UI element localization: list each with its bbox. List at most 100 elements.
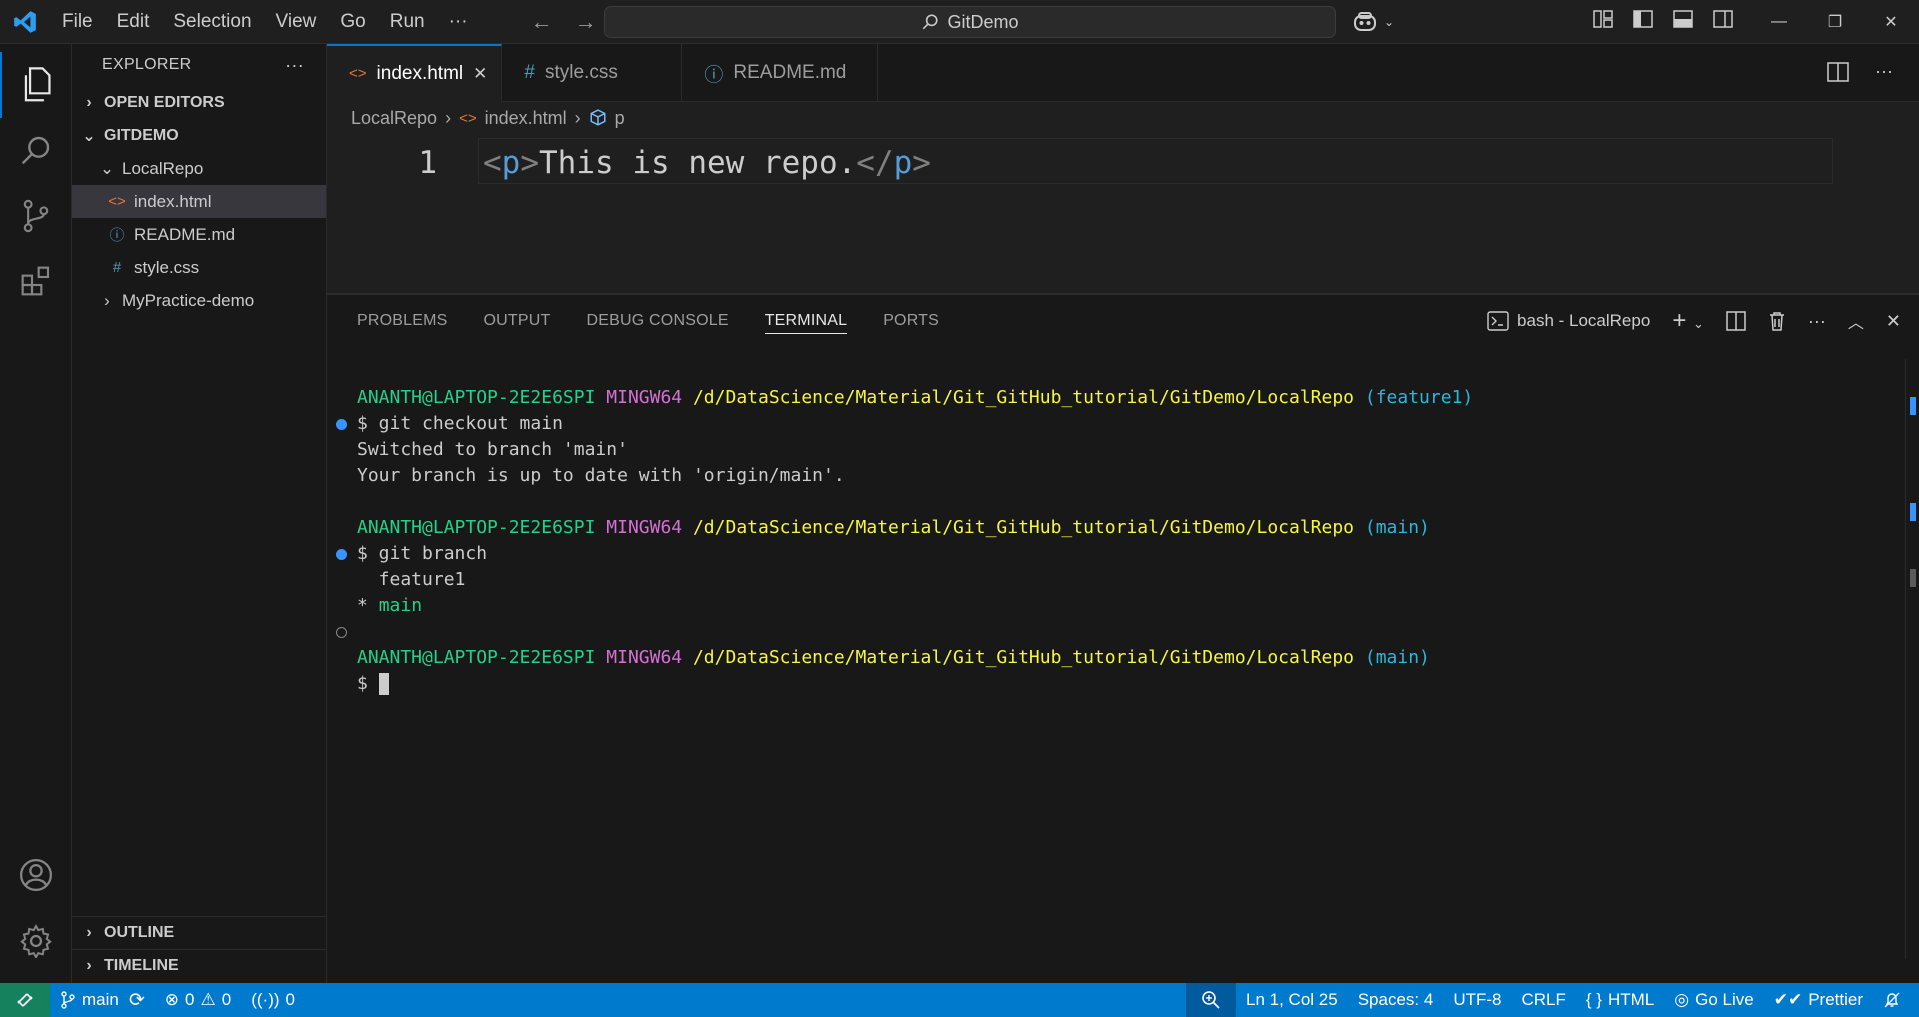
menu-view[interactable]: View <box>264 0 329 44</box>
toggle-secondary-sidebar-icon[interactable] <box>1712 8 1734 30</box>
tab-index-html[interactable]: <> index.html ✕ <box>327 44 503 102</box>
outline-section[interactable]: › OUTLINE <box>72 916 327 949</box>
back-arrow-icon[interactable]: ← <box>530 9 554 35</box>
explorer-more-button[interactable]: ··· <box>285 55 304 76</box>
customize-layout-icon[interactable] <box>1592 8 1614 30</box>
menu-edit[interactable]: Edit <box>105 0 162 44</box>
command-pending-dot[interactable] <box>336 627 347 638</box>
menu-run[interactable]: Run <box>378 0 437 44</box>
file-readme-md[interactable]: ⓘ README.md <box>72 218 326 251</box>
tab-problems[interactable]: PROBLEMS <box>357 295 448 347</box>
terminal-output[interactable]: ANANTH@LAPTOP-2E2E6SPI MINGW64 /d/DataSc… <box>327 385 1897 697</box>
command-success-dot[interactable] <box>336 549 347 560</box>
tab-readme-md[interactable]: ⓘ README.md <box>682 44 879 102</box>
html-file-icon: <> <box>349 65 367 82</box>
tab-output[interactable]: OUTPUT <box>484 295 551 347</box>
terminal-line: * main <box>357 595 423 616</box>
chevron-down-icon: ⌄ <box>1384 15 1395 29</box>
toggle-primary-sidebar-icon[interactable] <box>1632 8 1654 30</box>
indentation[interactable]: Spaces: 4 <box>1348 983 1444 1017</box>
ports-indicator[interactable]: ((·)) 0 <box>241 983 305 1017</box>
terminal-line: ANANTH@LAPTOP-2E2E6SPI MINGW64 /d/DataSc… <box>357 647 1430 668</box>
panel-tabs: PROBLEMS OUTPUT DEBUG CONSOLE TERMINAL P… <box>327 295 975 347</box>
menu-file[interactable]: File <box>50 0 105 44</box>
editor-tabs: <> index.html ✕ # style.css ⓘ README.md … <box>327 44 1919 102</box>
folder-localrepo[interactable]: ⌄ LocalRepo <box>72 152 326 185</box>
terminal-line: feature1 <box>357 569 466 590</box>
remote-icon <box>17 993 33 1007</box>
close-panel-icon[interactable]: ✕ <box>1886 311 1901 332</box>
breadcrumb-folder[interactable]: LocalRepo <box>351 108 437 129</box>
search-activity[interactable] <box>0 117 72 183</box>
toggle-panel-icon[interactable] <box>1672 8 1694 30</box>
accounts-activity[interactable] <box>0 842 72 908</box>
trash-icon[interactable] <box>1768 311 1786 331</box>
close-icon[interactable]: ✕ <box>473 64 487 84</box>
command-success-dot[interactable] <box>336 419 347 430</box>
language-mode[interactable]: { } HTML <box>1576 983 1664 1017</box>
close-window-icon[interactable]: ✕ <box>1863 0 1919 44</box>
menu-more[interactable]: ··· <box>437 0 480 44</box>
split-editor-icon[interactable] <box>1827 62 1849 82</box>
scroll-marker <box>1910 503 1916 521</box>
scroll-marker <box>1910 569 1916 587</box>
tab-terminal[interactable]: TERMINAL <box>764 308 848 334</box>
chevron-right-icon: › <box>574 107 581 128</box>
new-terminal-icon[interactable]: + ⌄ <box>1672 307 1704 335</box>
command-center-search[interactable]: GitDemo <box>604 6 1336 38</box>
breadcrumb: LocalRepo › <> index.html › p <box>327 102 1919 134</box>
explorer-activity[interactable] <box>0 52 72 118</box>
extensions-activity[interactable] <box>0 248 72 314</box>
html-file-icon: <> <box>108 193 126 210</box>
notifications-button[interactable] <box>1873 983 1919 1017</box>
maximize-panel-icon[interactable]: ︿ <box>1848 309 1864 333</box>
zoom-indicator[interactable] <box>1186 983 1237 1017</box>
source-control-activity[interactable] <box>0 183 72 249</box>
breadcrumb-symbol[interactable]: p <box>615 108 625 129</box>
terminal-scrollbar[interactable] <box>1905 359 1919 959</box>
encoding[interactable]: UTF-8 <box>1443 983 1511 1017</box>
terminal-selector[interactable]: bash - LocalRepo <box>1487 311 1650 331</box>
end-of-line[interactable]: CRLF <box>1511 983 1575 1017</box>
file-index-html[interactable]: <> index.html <box>72 185 326 218</box>
split-terminal-icon[interactable] <box>1726 311 1746 331</box>
sync-button[interactable]: ⟳ <box>129 983 155 1017</box>
symbol-cube-icon <box>590 109 606 126</box>
info-file-icon: ⓘ <box>109 227 125 244</box>
tab-ports[interactable]: PORTS <box>883 295 939 347</box>
tab-debug-console[interactable]: DEBUG CONSOLE <box>587 295 729 347</box>
folder-mypractice-demo[interactable]: › MyPractice-demo <box>72 284 326 317</box>
restore-icon[interactable]: ❐ <box>1807 0 1863 44</box>
file-style-css[interactable]: # style.css <box>72 251 326 284</box>
zoom-icon <box>1202 991 1220 1009</box>
nav-arrows: ← → <box>530 9 598 35</box>
terminal-cursor <box>378 673 389 695</box>
menu-go[interactable]: Go <box>328 0 377 44</box>
manage-activity[interactable] <box>0 908 72 974</box>
timeline-section[interactable]: › TIMELINE <box>72 949 327 982</box>
code-editor[interactable]: 1 <p>This is new repo.</p> <box>327 134 1919 294</box>
menu-selection[interactable]: Selection <box>161 0 263 44</box>
branch-indicator[interactable]: main <box>50 983 129 1017</box>
status-right: Ln 1, Col 25 Spaces: 4 UTF-8 CRLF { } HTM… <box>1186 983 1919 1017</box>
broadcast-icon: ((·)) <box>251 990 280 1009</box>
workspace-section[interactable]: ⌄ GITDEMO <box>72 119 326 152</box>
cursor-position[interactable]: Ln 1, Col 25 <box>1236 983 1348 1017</box>
error-icon: ⊗ <box>164 990 180 1009</box>
go-live-button[interactable]: ◎ Go Live <box>1664 983 1763 1017</box>
terminal-line: ANANTH@LAPTOP-2E2E6SPI MINGW64 /d/DataSc… <box>357 387 1474 408</box>
title-bar: File Edit Selection View Go Run ··· ← → … <box>0 0 1919 44</box>
prettier-button[interactable]: ✔✔ Prettier <box>1764 983 1873 1017</box>
problems-indicator[interactable]: ⊗ 0 ⚠ 0 <box>155 983 241 1017</box>
remote-indicator[interactable] <box>0 983 50 1017</box>
minimize-icon[interactable]: — <box>1751 0 1807 44</box>
copilot-button[interactable]: ⌄ <box>1352 8 1394 36</box>
forward-arrow-icon[interactable]: → <box>574 9 598 35</box>
command-center-label: GitDemo <box>947 11 1019 32</box>
open-editors-section[interactable]: › OPEN EDITORS <box>72 86 326 119</box>
more-actions-icon[interactable]: ··· <box>1875 62 1893 82</box>
explorer-header: EXPLORER ··· <box>72 44 326 86</box>
breadcrumb-file[interactable]: index.html <box>485 108 567 129</box>
tab-style-css[interactable]: # style.css <box>502 44 683 102</box>
more-actions-icon[interactable]: ··· <box>1808 311 1826 332</box>
